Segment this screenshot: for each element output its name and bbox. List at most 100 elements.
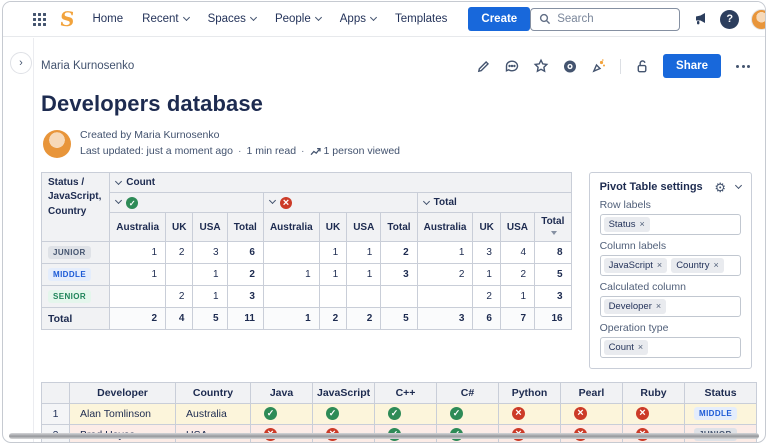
gear-icon[interactable]: ⚙ [714, 181, 726, 194]
share-button[interactable]: Share [663, 54, 721, 78]
chevron-down-icon [315, 14, 322, 21]
search-icon [539, 13, 551, 25]
pivot-group-count[interactable]: Count [110, 172, 571, 192]
col-header-status[interactable]: Status [685, 382, 757, 403]
nav-people[interactable]: People [275, 13, 321, 25]
chevron-down-icon [269, 196, 276, 203]
skill-icon [388, 407, 401, 420]
created-by: Created by Maria Kurnosenko [80, 128, 400, 144]
create-button[interactable]: Create [468, 7, 530, 31]
col-header-python[interactable]: Python [499, 382, 561, 403]
pivot-group-check[interactable] [110, 192, 264, 213]
table-row: 1 Alan Tomlinson Australia MIDDLE [42, 403, 757, 424]
megaphone-icon[interactable] [692, 11, 708, 27]
last-updated: Last updated: just a moment ago [80, 145, 233, 157]
chevron-down-icon [250, 14, 257, 21]
pivot-col-header[interactable]: Total [381, 213, 417, 242]
chevron-down-icon [370, 14, 377, 21]
nav-apps[interactable]: Apps [340, 13, 376, 25]
chevron-down-icon[interactable] [735, 182, 742, 189]
page-actions: Share [475, 54, 752, 78]
skill-icon [636, 407, 649, 420]
col-header-csharp[interactable]: C# [437, 382, 499, 403]
col-header-developer[interactable]: Developer [70, 382, 176, 403]
col-header-country[interactable]: Country [176, 382, 251, 403]
help-icon[interactable]: ? [720, 10, 739, 29]
pivot-col-header[interactable]: Total [227, 213, 263, 242]
operation-type-input[interactable]: Count [600, 337, 741, 358]
col-header-rownum [42, 382, 70, 403]
nav-recent[interactable]: Recent [142, 13, 188, 25]
unlock-icon[interactable] [634, 58, 650, 74]
browser-window: S Home Recent Spaces People Apps Templat… [2, 1, 766, 443]
viewed-count[interactable]: 1 person viewed [324, 145, 400, 157]
column-labels-input[interactable]: JavaScript Country [600, 255, 741, 276]
more-options-icon[interactable] [734, 61, 752, 72]
sidebar-divider [33, 38, 34, 442]
pivot-col-header[interactable]: UK [473, 213, 500, 242]
watch-eye-icon[interactable] [562, 58, 578, 74]
pivot-group-total[interactable]: Total [417, 192, 571, 213]
pivot-col-header[interactable]: UK [319, 213, 346, 242]
star-icon[interactable] [533, 58, 549, 74]
skill-icon [264, 407, 277, 420]
celebrate-party-icon[interactable] [591, 58, 607, 74]
pivot-col-header[interactable]: UK [166, 213, 193, 242]
pivot-col-header[interactable]: USA [193, 213, 227, 242]
status-badge: MIDDLE [48, 268, 91, 281]
skill-icon [450, 407, 463, 420]
remove-tag-icon[interactable] [656, 301, 661, 311]
settings-title: Pivot Table settings [600, 181, 703, 193]
pivot-col-header[interactable]: USA [500, 213, 534, 242]
status-badge: JUNIOR [48, 246, 91, 259]
nav-spaces[interactable]: Spaces [208, 13, 256, 25]
pivot-row-middle: MIDDLE 112 1113 2125 [42, 264, 572, 286]
analytics-trend-icon [310, 147, 321, 156]
pivot-group-cross[interactable] [263, 192, 417, 213]
col-header-javascript[interactable]: JavaScript [313, 382, 375, 403]
tag-javascript: JavaScript [604, 258, 668, 273]
edit-pencil-icon[interactable] [475, 58, 491, 74]
search-input[interactable]: Search [530, 8, 680, 31]
calculated-column-input[interactable]: Developer [600, 296, 741, 317]
row-number: 1 [42, 403, 70, 424]
skill-icon [512, 407, 525, 420]
remove-tag-icon[interactable] [638, 342, 643, 352]
pivot-col-header[interactable]: Australia [110, 213, 166, 242]
window-bottom-edge [9, 433, 759, 439]
row-labels-input[interactable]: Status [600, 214, 741, 235]
nav-home[interactable]: Home [92, 13, 123, 25]
status-badge: SENIOR [48, 290, 91, 303]
app-logo[interactable]: S [59, 7, 76, 31]
pivot-corner-header: Status / JavaScript, Country [42, 172, 110, 242]
read-time: 1 min read [246, 145, 296, 157]
pivot-table: Status / JavaScript, Country Count [41, 172, 572, 331]
status-badge: MIDDLE [694, 407, 737, 420]
user-avatar[interactable] [751, 9, 766, 30]
breadcrumb[interactable]: Maria Kurnosenko [41, 60, 134, 72]
remove-tag-icon[interactable] [657, 260, 662, 270]
pivot-col-header-sorted[interactable]: Total [535, 213, 572, 242]
field-label-row-labels: Row labels [600, 199, 741, 211]
chevron-down-icon [183, 14, 190, 21]
sort-descending-icon [551, 231, 557, 235]
nav-templates[interactable]: Templates [395, 13, 447, 25]
expand-sidebar-button[interactable]: › [10, 52, 32, 74]
col-header-java[interactable]: Java [251, 382, 313, 403]
app-switcher-icon[interactable] [33, 13, 46, 26]
pivot-row-total: Total 24511 1225 36716 [42, 308, 572, 330]
col-header-ruby[interactable]: Ruby [623, 382, 685, 403]
pivot-row-junior: JUNIOR 1236 112 1348 [42, 242, 572, 264]
chevron-down-icon [115, 177, 122, 184]
chevron-down-icon [423, 198, 430, 205]
pivot-col-header[interactable]: Australia [417, 213, 473, 242]
remove-tag-icon[interactable] [713, 260, 718, 270]
remove-tag-icon[interactable] [640, 219, 645, 229]
col-header-pearl[interactable]: Pearl [561, 382, 623, 403]
top-navigation-bar: S Home Recent Spaces People Apps Templat… [3, 2, 765, 37]
comment-icon[interactable] [504, 58, 520, 74]
pivot-col-header[interactable]: USA [347, 213, 381, 242]
author-avatar[interactable] [43, 130, 71, 158]
pivot-col-header[interactable]: Australia [263, 213, 319, 242]
col-header-cpp[interactable]: C++ [375, 382, 437, 403]
